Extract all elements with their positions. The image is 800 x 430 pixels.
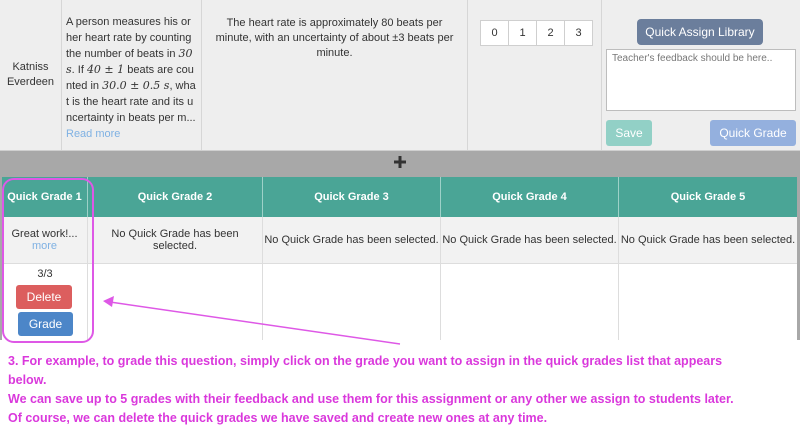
save-button[interactable]: Save <box>606 120 652 146</box>
question-math-3: 30.0 ± 0.5 s <box>102 79 170 92</box>
quick-grade-feedback-5: No Quick Grade has been selected. <box>620 234 796 246</box>
quick-grade-actions-2 <box>88 263 263 340</box>
quick-grades-section: Quick Grade 1 Quick Grade 2 Quick Grade … <box>0 173 800 340</box>
student-name-cell: Katniss Everdeen <box>0 0 62 150</box>
question-math-2: 40 ± 1 <box>86 63 125 76</box>
feedback-cell: Quick Assign Library Teacher's feedback … <box>602 0 800 150</box>
read-more-link[interactable]: Read more <box>66 128 120 140</box>
quick-grades-feedback-row: Great work!... more No Quick Grade has b… <box>2 217 797 264</box>
point-option-3[interactable]: 3 <box>564 20 593 46</box>
question-text-2: . If <box>71 64 87 76</box>
quick-grade-actions-3 <box>263 263 441 340</box>
annotation-note: 3. For example, to grade this question, … <box>8 352 798 428</box>
points-selector: 0 1 2 3 <box>480 20 601 46</box>
answer-cell: The heart rate is approximately 80 beats… <box>202 0 468 150</box>
quick-grade-button[interactable]: Quick Grade <box>710 120 796 146</box>
question-text-1: A person measures his or her heart rate … <box>66 16 192 60</box>
quick-grade-actions-4 <box>441 263 619 340</box>
question-cell: A person measures his or her heart rate … <box>62 0 202 150</box>
quick-grade-header-5: Quick Grade 5 <box>670 191 746 203</box>
annotation-line-1: 3. For example, to grade this question, … <box>8 354 723 368</box>
quick-grade-feedback-4: No Quick Grade has been selected. <box>441 217 619 263</box>
quick-grades-table: Quick Grade 1 Quick Grade 2 Quick Grade … <box>2 177 797 340</box>
quick-assign-library-button[interactable]: Quick Assign Library <box>637 19 763 45</box>
quick-grade-feedback-3: No Quick Grade has been selected. <box>263 217 441 263</box>
annotation-line-4: Of course, we can delete the quick grade… <box>8 411 548 425</box>
annotation-line-2: below. <box>8 373 47 387</box>
quick-grades-actions-row: 3/3 Delete Grade <box>2 263 797 340</box>
expand-divider <box>0 151 800 173</box>
point-option-2[interactable]: 2 <box>536 20 565 46</box>
point-option-0[interactable]: 0 <box>480 20 509 46</box>
quick-grade-header-2: Quick Grade 2 <box>88 177 263 217</box>
points-cell: 0 1 2 3 <box>468 0 602 150</box>
quick-grade-actions-5 <box>619 263 797 340</box>
quick-grades-header: Quick Grade 1 Quick Grade 2 Quick Grade … <box>2 177 797 217</box>
quick-grade-header-4: Quick Grade 4 <box>441 177 619 217</box>
quick-grade-feedback-2: No Quick Grade has been selected. <box>88 217 263 263</box>
annotation-line-3: We can save up to 5 grades with their fe… <box>8 392 734 406</box>
annotation-highlight-box <box>2 178 94 343</box>
student-name: Katniss Everdeen <box>6 61 55 88</box>
answer-text: The heart rate is approximately 80 beats… <box>215 17 454 59</box>
feedback-textarea[interactable]: Teacher's feedback should be here.. <box>606 49 796 111</box>
grading-row: Katniss Everdeen A person measures his o… <box>0 0 800 151</box>
plus-icon[interactable] <box>393 155 407 169</box>
point-option-1[interactable]: 1 <box>508 20 537 46</box>
quick-grade-header-3: Quick Grade 3 <box>263 177 441 217</box>
